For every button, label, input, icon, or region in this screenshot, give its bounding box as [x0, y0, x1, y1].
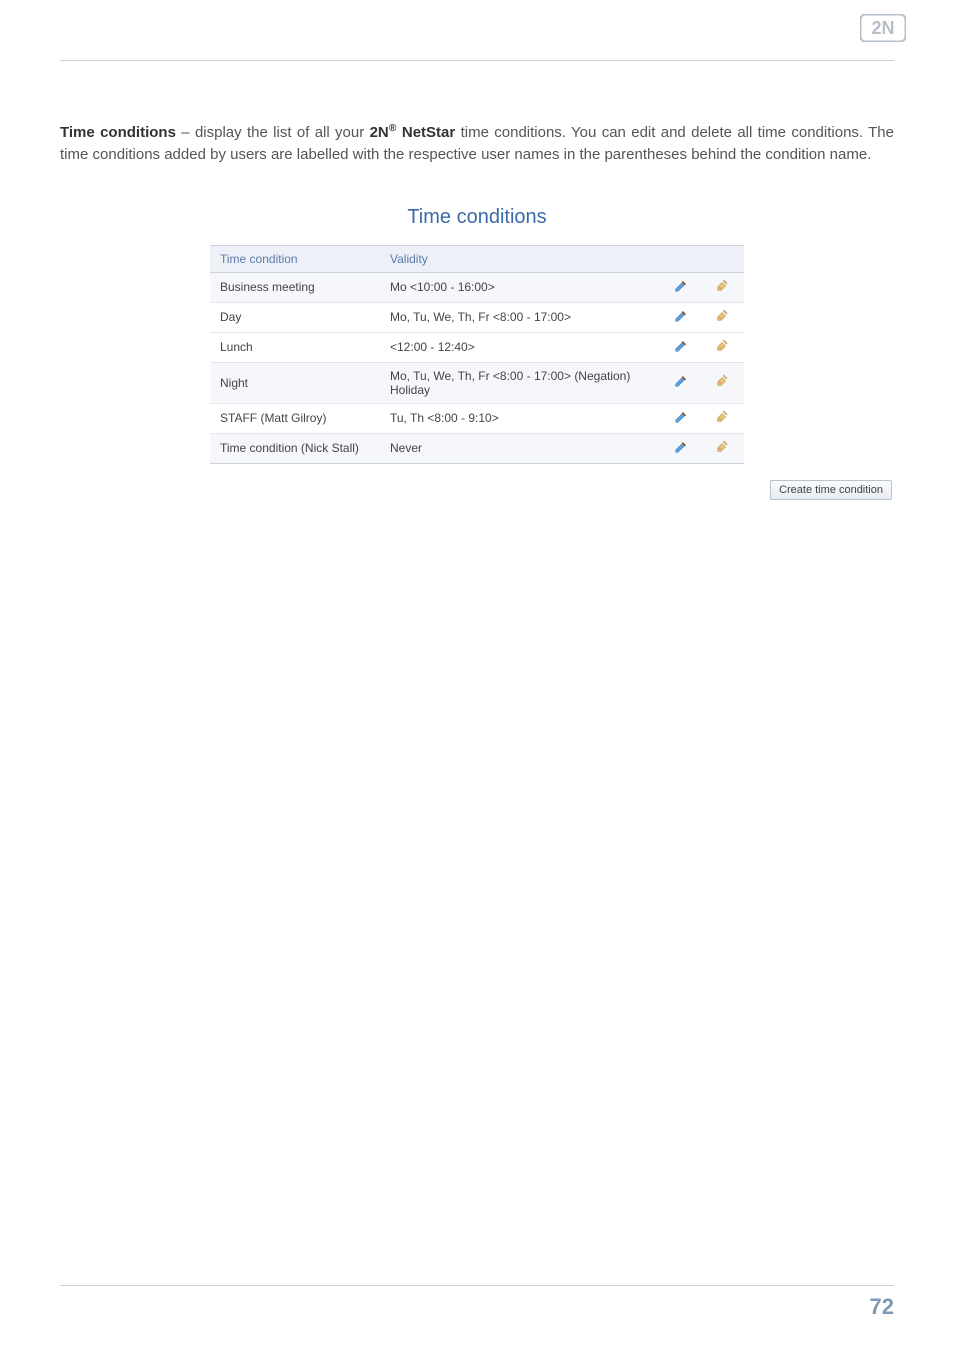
footer-divider	[60, 1285, 894, 1286]
table-row: Lunch<12:00 - 12:40>	[210, 332, 744, 362]
column-header-name: Time condition	[210, 245, 380, 272]
intro-heading: Time conditions	[60, 124, 176, 141]
panel-title: Time conditions	[60, 206, 894, 229]
header-divider	[60, 60, 894, 61]
svg-text:2N: 2N	[871, 18, 894, 38]
time-conditions-table: Time condition Validity Business meeting…	[210, 245, 744, 464]
row-name: STAFF (Matt Gilroy)	[210, 403, 380, 433]
brand-logo: 2N	[860, 14, 906, 47]
table-row: NightMo, Tu, We, Th, Fr <8:00 - 17:00> (…	[210, 362, 744, 403]
row-name: Lunch	[210, 332, 380, 362]
delete-icon[interactable]	[702, 433, 744, 463]
create-time-condition-button[interactable]: Create time condition	[770, 480, 892, 500]
delete-icon[interactable]	[702, 302, 744, 332]
edit-icon[interactable]	[660, 433, 702, 463]
edit-icon[interactable]	[660, 403, 702, 433]
intro-paragraph: Time conditions – display the list of al…	[60, 121, 894, 166]
edit-icon[interactable]	[660, 362, 702, 403]
table-row: Time condition (Nick Stall)Never	[210, 433, 744, 463]
row-name: Night	[210, 362, 380, 403]
delete-icon[interactable]	[702, 403, 744, 433]
column-header-validity: Validity	[380, 245, 660, 272]
row-validity: Mo <10:00 - 16:00>	[380, 272, 660, 302]
table-row: Business meetingMo <10:00 - 16:00>	[210, 272, 744, 302]
delete-icon[interactable]	[702, 362, 744, 403]
edit-icon[interactable]	[660, 332, 702, 362]
row-validity: <12:00 - 12:40>	[380, 332, 660, 362]
edit-icon[interactable]	[660, 302, 702, 332]
delete-icon[interactable]	[702, 272, 744, 302]
delete-icon[interactable]	[702, 332, 744, 362]
table-row: DayMo, Tu, We, Th, Fr <8:00 - 17:00>	[210, 302, 744, 332]
page-number: 72	[60, 1294, 894, 1320]
row-validity: Never	[380, 433, 660, 463]
row-name: Time condition (Nick Stall)	[210, 433, 380, 463]
column-header-delete	[702, 245, 744, 272]
row-validity: Tu, Th <8:00 - 9:10>	[380, 403, 660, 433]
column-header-edit	[660, 245, 702, 272]
row-name: Day	[210, 302, 380, 332]
table-row: STAFF (Matt Gilroy)Tu, Th <8:00 - 9:10>	[210, 403, 744, 433]
row-validity: Mo, Tu, We, Th, Fr <8:00 - 17:00>	[380, 302, 660, 332]
edit-icon[interactable]	[660, 272, 702, 302]
row-validity: Mo, Tu, We, Th, Fr <8:00 - 17:00> (Negat…	[380, 362, 660, 403]
row-name: Business meeting	[210, 272, 380, 302]
